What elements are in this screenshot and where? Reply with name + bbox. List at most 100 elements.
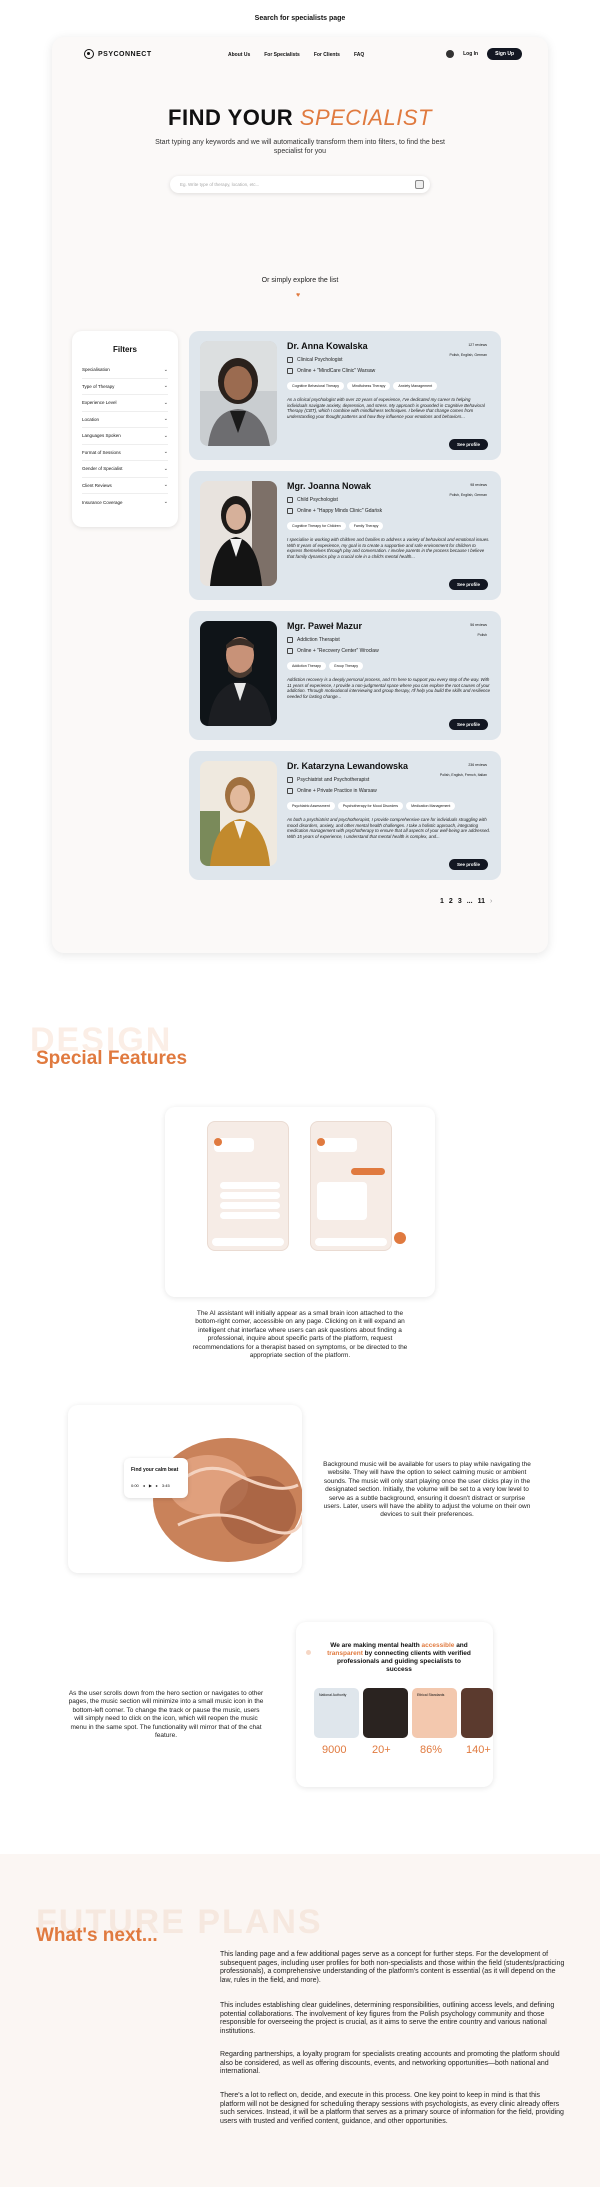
- stat-value: 140+: [466, 1744, 491, 1756]
- specialist-name[interactable]: Mgr. Joanna Nowak: [287, 481, 371, 491]
- see-profile-button[interactable]: See profile: [448, 719, 488, 730]
- see-profile-button[interactable]: See profile: [448, 439, 488, 450]
- role-icon: [287, 777, 293, 783]
- see-profile-button[interactable]: See profile: [448, 859, 488, 870]
- role-icon: [287, 637, 293, 643]
- specialist-name[interactable]: Mgr. Paweł Mazur: [287, 621, 362, 631]
- tag-list: Addiction Therapy Group Therapy: [287, 662, 364, 670]
- chevron-down-icon: ⌄: [163, 416, 168, 423]
- tag[interactable]: Addiction Therapy: [287, 662, 326, 670]
- brain-chat-icon[interactable]: [394, 1232, 406, 1244]
- tag[interactable]: Psychiatric Assessment: [287, 802, 335, 810]
- filter-format[interactable]: Format of Sessions ⌄: [82, 445, 168, 461]
- headline-accent: accessible: [421, 1642, 455, 1649]
- prev-track-icon[interactable]: ◂: [143, 1483, 145, 1488]
- stat-value: 9000: [322, 1744, 347, 1756]
- filter-reviews[interactable]: Client Reviews ⌄: [82, 478, 168, 494]
- logo[interactable]: PSYCONNECT: [84, 49, 152, 59]
- review-count: 98 reviews: [470, 483, 487, 487]
- tag[interactable]: Psychotherapy for Mood Disorders: [337, 802, 404, 810]
- nav-link-faq[interactable]: FAQ: [354, 52, 364, 58]
- page-last[interactable]: 11: [478, 898, 485, 905]
- stat-tile-label: National Authority: [319, 1693, 347, 1697]
- specialist-card: Mgr. Joanna Nowak 98 reviews Polish, Eng…: [189, 471, 501, 600]
- role-text: Child Psychologist: [297, 497, 338, 503]
- page-2[interactable]: 2: [449, 898, 453, 905]
- nav-link-specialists[interactable]: For Specialists: [264, 52, 300, 58]
- tag[interactable]: Cognitive Behavioral Therapy: [287, 382, 345, 390]
- language-icon[interactable]: [446, 50, 455, 58]
- tag[interactable]: Group Therapy: [328, 662, 364, 670]
- features-title: Special Features: [36, 1048, 188, 1069]
- stat-value: 20+: [372, 1744, 391, 1756]
- filter-therapy-type[interactable]: Type of Therapy ⌄: [82, 379, 168, 395]
- tag[interactable]: Family Therapy: [348, 522, 384, 530]
- filter-label: Type of Therapy: [82, 383, 115, 389]
- suggestion-chip[interactable]: [220, 1202, 280, 1209]
- chat-input[interactable]: [212, 1238, 284, 1246]
- suggestion-chip[interactable]: [220, 1192, 280, 1199]
- nav-links: About Us For Specialists For Clients FAQ: [228, 52, 364, 58]
- next-track-icon[interactable]: ▸: [156, 1483, 158, 1488]
- chat-input[interactable]: [315, 1238, 387, 1246]
- login-link[interactable]: Log In: [463, 51, 478, 57]
- suggestion-chip[interactable]: [220, 1182, 280, 1189]
- location-icon: [287, 368, 293, 374]
- filter-label: Gender of Specialist: [82, 466, 123, 472]
- chat-phone-closed: [207, 1121, 289, 1251]
- heart-icon: ♥: [296, 292, 301, 299]
- stat-tile: National Authority: [314, 1688, 359, 1738]
- assistant-reply: [317, 1182, 367, 1220]
- filter-label: Specialisation: [82, 367, 110, 373]
- filter-label: Format of Sessions: [82, 449, 121, 455]
- specialist-card: Dr. Anna Kowalska 127 reviews Polish, En…: [189, 331, 501, 460]
- play-icon[interactable]: ▶: [149, 1483, 152, 1488]
- filter-specialisation[interactable]: Specialisation ⌄: [82, 362, 168, 379]
- music-player[interactable]: Find your calm beat 0:00 ◂ ▶ ▸ 3:45: [124, 1458, 188, 1498]
- filter-languages[interactable]: Languages Spoken ⌄: [82, 428, 168, 445]
- filter-experience[interactable]: Experience Level ⌄: [82, 395, 168, 412]
- assistant-avatar-icon: [214, 1138, 222, 1146]
- filter-gender[interactable]: Gender of Specialist ⌄: [82, 461, 168, 478]
- specialist-location: Online + "Recovery Center" Wrocław: [287, 648, 379, 654]
- music-controls: 0:00 ◂ ▶ ▸ 3:45: [131, 1483, 188, 1488]
- chevron-down-icon: ⌄: [163, 482, 168, 489]
- tag[interactable]: Cognitive Therapy for Children: [287, 522, 346, 530]
- tag[interactable]: Medication Management: [406, 802, 456, 810]
- stats-headline: We are making mental health accessible a…: [326, 1642, 472, 1674]
- nav-link-about[interactable]: About Us: [228, 52, 250, 58]
- filter-icon[interactable]: [415, 180, 424, 189]
- location-text: Online + "Recovery Center" Wrocław: [297, 648, 379, 654]
- page-3[interactable]: 3: [458, 898, 462, 905]
- filter-location[interactable]: Location ⌄: [82, 412, 168, 428]
- tag-list: Cognitive Therapy for Children Family Th…: [287, 522, 384, 530]
- search-placeholder: Eg. Write type of therapy, location, etc…: [180, 182, 260, 187]
- headline-part: We are making mental health: [330, 1642, 422, 1649]
- suggestion-chip[interactable]: [220, 1212, 280, 1219]
- see-profile-button[interactable]: See profile: [448, 579, 488, 590]
- search-input[interactable]: Eg. Write type of therapy, location, etc…: [170, 176, 430, 193]
- specialist-location: Online + "MindCare Clinic" Warsaw: [287, 368, 375, 374]
- tag-list: Psychiatric Assessment Psychotherapy for…: [287, 802, 456, 810]
- nav-link-clients[interactable]: For Clients: [314, 52, 340, 58]
- location-text: Online + "Happy Minds Clinic" Gdańsk: [297, 508, 383, 514]
- stat-tile: Ethical Standards: [412, 1688, 457, 1738]
- headline-accent: transparent: [327, 1650, 363, 1657]
- pagination: 1 2 3 ... 11 ›: [440, 898, 492, 905]
- hero-title-main: FIND YOUR: [168, 105, 294, 130]
- page-mockup: PSYCONNECT About Us For Specialists For …: [52, 37, 548, 953]
- specialist-description: As a clinical psychologist with over 10 …: [287, 397, 485, 419]
- tag[interactable]: Anxiety Management: [393, 382, 438, 390]
- filter-insurance[interactable]: Insurance Coverage ⌄: [82, 494, 168, 511]
- signup-button[interactable]: Sign Up: [487, 48, 522, 60]
- role-text: Clinical Psychologist: [297, 357, 343, 363]
- tag[interactable]: Mindfulness Therapy: [347, 382, 391, 390]
- explore-label: Or simply explore the list: [261, 277, 339, 284]
- next-page-icon[interactable]: ›: [490, 898, 492, 905]
- specialist-name[interactable]: Dr. Katarzyna Lewandowska: [287, 761, 408, 771]
- specialist-location: Online + "Happy Minds Clinic" Gdańsk: [287, 508, 382, 514]
- page-1[interactable]: 1: [440, 898, 444, 905]
- filter-label: Insurance Coverage: [82, 499, 123, 505]
- specialist-name[interactable]: Dr. Anna Kowalska: [287, 341, 368, 351]
- specialist-photo: [200, 621, 277, 726]
